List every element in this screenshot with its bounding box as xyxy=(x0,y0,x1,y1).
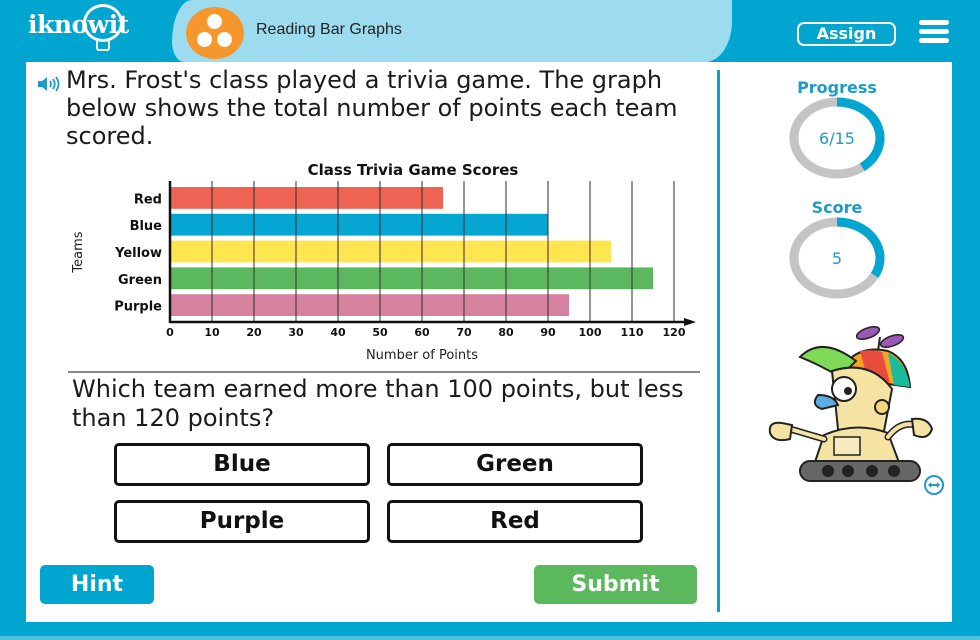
score-label: Score xyxy=(811,198,863,217)
y-tick-label: Green xyxy=(118,273,162,288)
x-tick-label: 30 xyxy=(288,326,304,339)
y-tick-label: Purple xyxy=(114,300,162,315)
x-tick-label: 110 xyxy=(621,326,644,339)
x-tick-label: 50 xyxy=(372,326,388,339)
logo-bulb-base-icon xyxy=(96,41,110,51)
score-value: 5 xyxy=(831,249,843,268)
hint-button[interactable]: Hint xyxy=(40,565,154,604)
x-tick-label: 60 xyxy=(414,326,430,339)
vertical-divider xyxy=(717,70,720,612)
progress-label: Progress xyxy=(797,78,877,97)
answer-option-3[interactable]: Purple xyxy=(114,500,370,543)
answer-option-2[interactable]: Green xyxy=(387,443,643,486)
answer-option-4[interactable]: Red xyxy=(387,500,643,543)
x-tick-label: 20 xyxy=(246,326,262,339)
assign-button[interactable]: Assign xyxy=(797,22,896,46)
logo[interactable]: iknowit xyxy=(28,10,129,39)
answer-option-1[interactable]: Blue xyxy=(114,443,370,486)
horizontal-divider xyxy=(68,371,700,373)
x-tick-label: 120 xyxy=(663,326,686,339)
question-prompt: Mrs. Frost's class played a trivia game.… xyxy=(66,66,678,150)
x-tick-label: 10 xyxy=(204,326,220,339)
x-axis-arrow xyxy=(684,318,696,326)
y-tick-label: Yellow xyxy=(114,246,162,261)
question-text: Which team earned more than 100 points, … xyxy=(72,375,684,432)
x-tick-label: 0 xyxy=(166,326,174,339)
y-tick-label: Blue xyxy=(130,219,163,234)
speaker-icon[interactable] xyxy=(37,75,61,93)
x-tick-label: 40 xyxy=(330,326,346,339)
x-tick-label: 80 xyxy=(498,326,514,339)
x-tick-label: 100 xyxy=(579,326,602,339)
bar-chart: Class Trivia Game Scores Red Blue Yellow Gre… xyxy=(71,161,696,363)
robot-mascot xyxy=(768,326,934,482)
submit-button[interactable]: Submit xyxy=(534,565,697,604)
y-tick-label: Red xyxy=(134,192,162,207)
bar-green xyxy=(170,267,653,290)
top-bar: iknowit Reading Bar Graphs Assign xyxy=(0,0,980,62)
chart-title: Class Trivia Game Scores xyxy=(308,161,519,179)
x-tick-label: 90 xyxy=(540,326,556,339)
x-axis-label: Number of Points xyxy=(366,348,478,363)
bar-red xyxy=(170,187,443,209)
expand-arrows-icon[interactable] xyxy=(923,474,945,496)
bar-blue xyxy=(170,213,548,236)
x-tick-label: 70 xyxy=(456,326,472,339)
y-axis-label: Teams xyxy=(71,231,86,273)
frame-bottom-line xyxy=(0,636,980,640)
lesson-title: Reading Bar Graphs xyxy=(256,21,402,38)
progress-value: 6/15 xyxy=(819,129,855,148)
hamburger-menu-icon[interactable] xyxy=(919,20,949,44)
bar-purple xyxy=(170,294,569,316)
three-dots-circle-icon xyxy=(186,7,244,59)
bar-yellow xyxy=(170,240,611,263)
